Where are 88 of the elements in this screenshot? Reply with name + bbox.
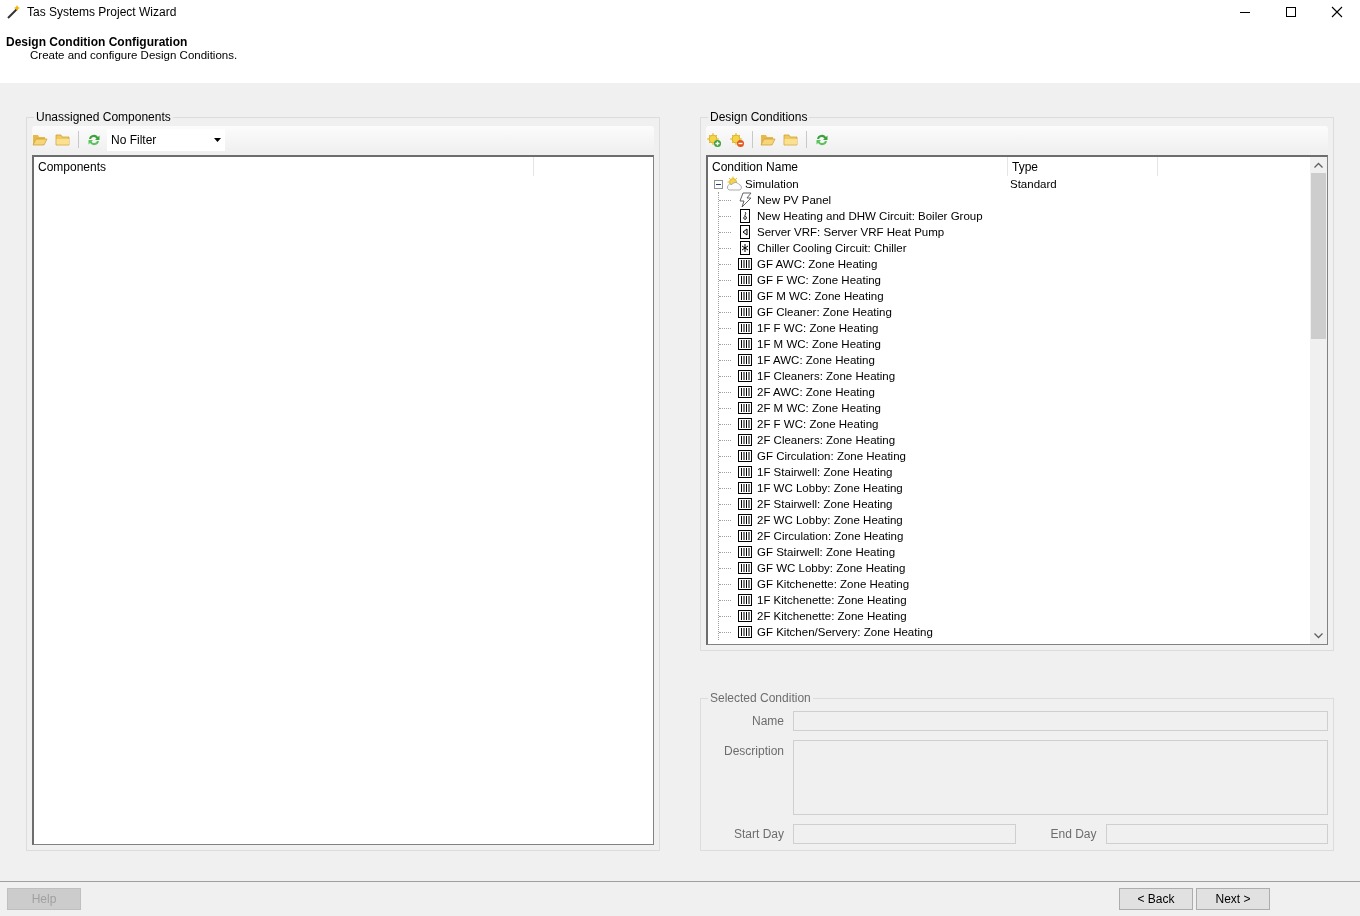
radiator-icon: [737, 368, 753, 384]
radiator-icon: [737, 304, 753, 320]
filter-value: No Filter: [111, 132, 157, 147]
tree-item[interactable]: 1F Cleaners: Zone Heating: [757, 370, 896, 382]
scrollbar-thumb[interactable]: [1311, 173, 1326, 339]
tree-item[interactable]: 2F AWC: Zone Heating: [757, 386, 875, 398]
tree-item[interactable]: GF M WC: Zone Heating: [757, 290, 884, 302]
tree-item[interactable]: New Heating and DHW Circuit: Boiler Group: [757, 210, 983, 222]
tree-item[interactable]: 2F Stairwell: Zone Heating: [757, 498, 893, 510]
column-header[interactable]: Condition Name: [708, 157, 1008, 176]
field-label: Description: [722, 743, 784, 758]
page-description: Create and configure Design Conditions.: [29, 49, 239, 61]
radiator-icon: [737, 560, 753, 576]
tree-item[interactable]: GF F WC: Zone Heating: [757, 274, 881, 286]
group-title: Selected Condition: [708, 691, 813, 705]
tree-item[interactable]: Chiller Cooling Circuit: Chiller: [757, 242, 907, 254]
tree-item[interactable]: 1F F WC: Zone Heating: [757, 322, 879, 334]
tree-item[interactable]: GF WC Lobby: Zone Heating: [757, 562, 906, 574]
group-title: Unassigned Components: [34, 110, 173, 124]
tree-item[interactable]: 1F M WC: Zone Heating: [757, 338, 881, 350]
radiator-icon: [737, 320, 753, 336]
tree-item[interactable]: 1F WC Lobby: Zone Heating: [757, 482, 903, 494]
tree-item[interactable]: GF Stairwell: Zone Heating: [757, 546, 896, 558]
radiator-icon: [737, 496, 753, 512]
flame-icon: [737, 208, 753, 224]
expander-toggle[interactable]: [714, 179, 723, 189]
tree-item[interactable]: GF Kitchenette: Zone Heating: [757, 578, 910, 590]
heat-pump-icon: [737, 224, 753, 240]
scroll-down-icon[interactable]: [1314, 633, 1323, 639]
tree-item[interactable]: 2F M WC: Zone Heating: [757, 402, 881, 414]
tree-item[interactable]: GF Kitchen/Servery: Zone Heating: [757, 626, 933, 638]
tree-item[interactable]: 2F Kitchenette: Zone Heating: [757, 610, 907, 622]
column-header[interactable]: Type: [1008, 157, 1158, 176]
radiator-icon: [737, 448, 753, 464]
radiator-icon: [737, 256, 753, 272]
radiator-icon: [737, 432, 753, 448]
radiator-icon: [737, 544, 753, 560]
field-label: End Day: [1049, 827, 1097, 841]
radiator-icon: [737, 528, 753, 544]
wand-icon: [6, 4, 22, 20]
tree-item[interactable]: GF Cleaner: Zone Heating: [757, 306, 892, 318]
tree-item[interactable]: Simulation: [745, 178, 799, 190]
radiator-icon: [737, 592, 753, 608]
radiator-icon: [737, 400, 753, 416]
radiator-icon: [737, 480, 753, 496]
tree-item[interactable]: 1F AWC: Zone Heating: [757, 354, 875, 366]
tree-item[interactable]: 1F Kitchenette: Zone Heating: [757, 594, 907, 606]
snowflake-icon: [737, 240, 753, 256]
sun-cloud-icon: [725, 176, 743, 192]
caret-icon: [214, 137, 221, 142]
tree-item[interactable]: Server VRF: Server VRF Heat Pump: [757, 226, 945, 238]
radiator-icon: [737, 464, 753, 480]
tree-item[interactable]: 2F WC Lobby: Zone Heating: [757, 514, 903, 526]
field-label: Name: [751, 714, 784, 728]
radiator-icon: [737, 624, 753, 640]
radiator-icon: [737, 288, 753, 304]
tree-item[interactable]: 2F F WC: Zone Heating: [757, 418, 879, 430]
column-header[interactable]: Components: [34, 157, 534, 176]
add-sun-icon[interactable]: [706, 131, 722, 148]
wizard-button[interactable]: Next >: [1196, 888, 1270, 910]
scrollbar[interactable]: [1310, 157, 1327, 644]
field-label: Start Day: [733, 827, 784, 841]
radiator-icon: [737, 608, 753, 624]
table-cell-text: Standard: [1010, 178, 1058, 190]
remove-sun-icon[interactable]: [729, 131, 745, 148]
radiator-icon: [737, 512, 753, 528]
folder-icon[interactable]: [55, 131, 71, 148]
collapse-icon: [714, 179, 723, 189]
filter-dropdown[interactable]: No Filter: [107, 128, 225, 151]
folder-icon[interactable]: [783, 131, 799, 148]
page-heading: Design Condition Configuration: [6, 35, 189, 49]
group-title: Design Conditions: [708, 110, 810, 124]
window-title: Tas Systems Project Wizard: [27, 5, 178, 19]
tree-item[interactable]: New PV Panel: [757, 194, 832, 206]
scroll-up-icon[interactable]: [1314, 162, 1323, 168]
wizard-button[interactable]: < Back: [1119, 888, 1193, 910]
radiator-icon: [737, 384, 753, 400]
tree-item[interactable]: 1F Stairwell: Zone Heating: [757, 466, 893, 478]
radiator-icon: [737, 416, 753, 432]
lightning-icon: [737, 192, 753, 208]
tree-item[interactable]: GF AWC: Zone Heating: [757, 258, 878, 270]
radiator-icon: [737, 336, 753, 352]
radiator-icon: [737, 576, 753, 592]
tree-item[interactable]: 2F Circulation: Zone Heating: [757, 530, 904, 542]
tree-item[interactable]: GF Circulation: Zone Heating: [757, 450, 906, 462]
radiator-icon: [737, 352, 753, 368]
radiator-icon: [737, 272, 753, 288]
tree-item[interactable]: 2F Cleaners: Zone Heating: [757, 434, 896, 446]
